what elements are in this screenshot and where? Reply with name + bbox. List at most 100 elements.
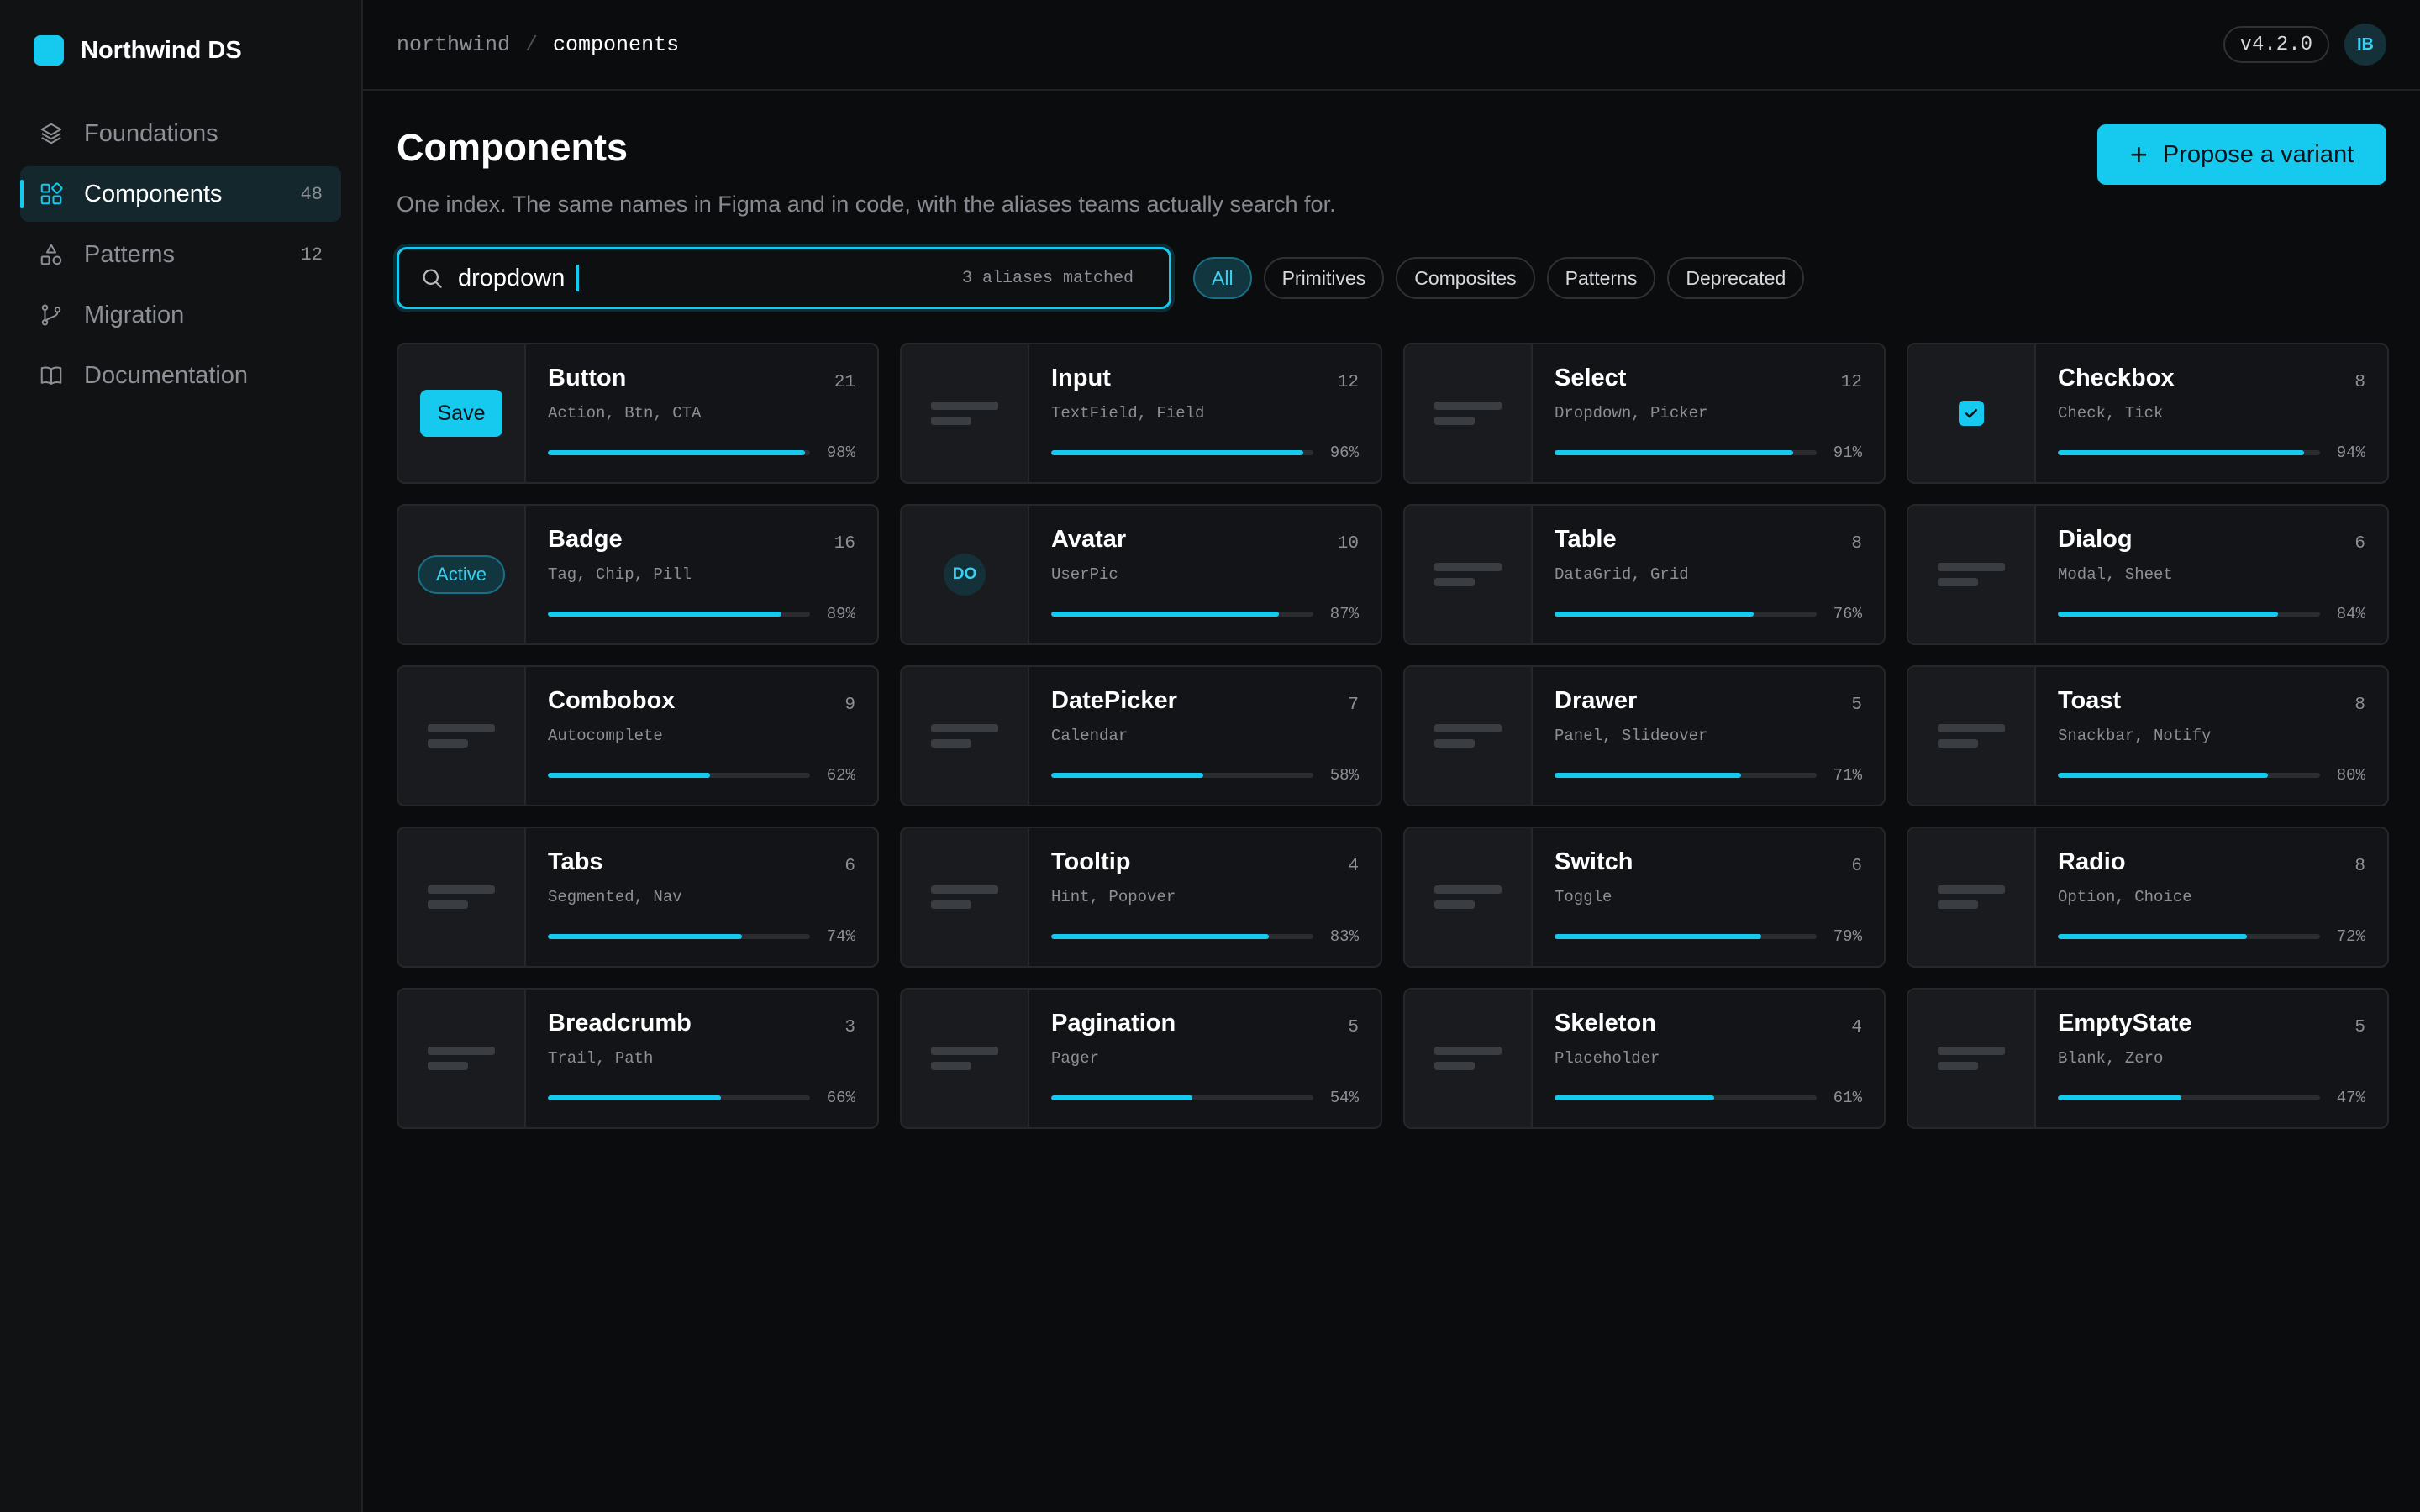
search-match-count: 3 aliases matched (961, 268, 1134, 288)
progress-percent: 79% (1833, 927, 1862, 946)
placeholder-bar (428, 724, 495, 732)
placeholder-bar (1938, 578, 1978, 586)
breadcrumb-current: components (553, 32, 680, 57)
component-aliases: Hint, Popover (1051, 888, 1176, 906)
component-aliases: Panel, Slideover (1555, 727, 1708, 745)
placeholder-bar (1938, 739, 1978, 748)
component-card-pagination[interactable]: Pagination 5 Pager 54% (900, 988, 1382, 1129)
component-grid: Save Button 21 Action, Btn, CTA 98% Input 12 Te… (397, 343, 2390, 1129)
component-name: Badge (548, 526, 623, 553)
component-card-body: Tabs 6 Segmented, Nav 74% (526, 828, 877, 966)
progress-fill (2058, 450, 2305, 455)
preview-placeholder (1938, 724, 2005, 748)
brand[interactable]: Northwind DS (20, 29, 341, 72)
component-aliases: Dropdown, Picker (1555, 404, 1708, 423)
placeholder-bar (1434, 724, 1502, 732)
user-avatar[interactable]: IB (2344, 24, 2386, 66)
progress-percent: 61% (1833, 1089, 1862, 1107)
component-progress: 76% (1555, 605, 1862, 623)
component-card-skeleton[interactable]: Skeleton 4 Placeholder 61% (1403, 988, 1886, 1129)
filter-chip-composites[interactable]: Composites (1396, 257, 1535, 299)
component-card-tooltip[interactable]: Tooltip 4 Hint, Popover 83% (900, 827, 1382, 968)
component-card-select[interactable]: Select 12 Dropdown, Picker 91% (1403, 343, 1886, 484)
filter-chip-deprecated[interactable]: Deprecated (1667, 257, 1805, 299)
preview-save-button: Save (420, 390, 502, 437)
preview-placeholder (428, 1047, 495, 1070)
component-card-body: Breadcrumb 3 Trail, Path 66% (526, 990, 877, 1127)
component-card-combobox[interactable]: Combobox 9 Autocomplete 62% (397, 665, 879, 806)
progress-track (1555, 612, 1817, 617)
component-card-badge[interactable]: Active Badge 16 Tag, Chip, Pill 89% (397, 504, 879, 645)
breadcrumb-root-link[interactable]: northwind (397, 33, 510, 57)
component-usage-count: 7 (1348, 696, 1359, 715)
version-badge[interactable]: v4.2.0 (2223, 26, 2329, 63)
placeholder-bar (1938, 885, 2005, 894)
progress-track (548, 773, 810, 778)
component-usage-count: 8 (2354, 696, 2365, 715)
component-card-radio[interactable]: Radio 8 Option, Choice 72% (1907, 827, 2389, 968)
component-usage-count: 21 (834, 373, 855, 392)
component-name: Tooltip (1051, 848, 1131, 875)
progress-fill (1051, 1095, 1193, 1100)
component-card-input[interactable]: Input 12 TextField, Field 96% (900, 343, 1382, 484)
component-usage-count: 8 (1851, 534, 1862, 554)
component-card-drawer[interactable]: Drawer 5 Panel, Slideover 71% (1403, 665, 1886, 806)
component-card-emptystate[interactable]: EmptyState 5 Blank, Zero 47% (1907, 988, 2389, 1129)
component-card-toast[interactable]: Toast 8 Snackbar, Notify 80% (1907, 665, 2389, 806)
sidebar-item-migration[interactable]: Migration (20, 287, 341, 343)
component-progress: 66% (548, 1089, 855, 1107)
progress-fill (1051, 612, 1280, 617)
component-card-dialog[interactable]: Dialog 6 Modal, Sheet 84% (1907, 504, 2389, 645)
filter-chip-primitives[interactable]: Primitives (1263, 257, 1385, 299)
component-name: Breadcrumb (548, 1010, 692, 1037)
progress-percent: 96% (1329, 444, 1359, 462)
propose-variant-label: Propose a variant (2162, 140, 2354, 168)
progress-track (1555, 450, 1817, 455)
filter-chip-all[interactable]: All (1193, 257, 1252, 299)
component-usage-count: 6 (844, 857, 855, 876)
breadcrumb-separator: / (525, 32, 539, 57)
text-caret (576, 265, 580, 291)
sidebar-nav: Foundations Components 48 Patterns 12 Mi… (20, 106, 341, 403)
progress-track (1051, 934, 1313, 939)
component-progress: 79% (1555, 927, 1862, 946)
progress-fill (1555, 450, 1793, 455)
component-progress: 61% (1555, 1089, 1862, 1107)
progress-track (2058, 773, 2320, 778)
component-card-tabs[interactable]: Tabs 6 Segmented, Nav 74% (397, 827, 879, 968)
component-usage-count: 9 (844, 696, 855, 715)
component-card-button[interactable]: Save Button 21 Action, Btn, CTA 98% (397, 343, 879, 484)
placeholder-bar (931, 900, 971, 909)
component-preview (902, 828, 1029, 966)
progress-percent: 84% (2336, 605, 2365, 623)
sidebar-item-foundations[interactable]: Foundations (20, 106, 341, 161)
sidebar-item-components[interactable]: Components 48 (20, 166, 341, 222)
propose-variant-button[interactable]: + Propose a variant (2097, 124, 2386, 185)
component-card-breadcrumb[interactable]: Breadcrumb 3 Trail, Path 66% (397, 988, 879, 1129)
search-input[interactable]: dropdown 3 aliases matched (397, 247, 1171, 309)
component-card-body: Checkbox 8 Check, Tick 94% (2036, 344, 2387, 482)
component-aliases: Check, Tick (2058, 404, 2164, 423)
component-preview: Active (398, 506, 526, 643)
component-aliases: Tag, Chip, Pill (548, 565, 692, 584)
component-card-body: Toast 8 Snackbar, Notify 80% (2036, 667, 2387, 805)
placeholder-bar (1434, 739, 1475, 748)
component-usage-count: 5 (1851, 696, 1862, 715)
filter-chip-patterns[interactable]: Patterns (1546, 257, 1656, 299)
progress-track (1051, 612, 1313, 617)
component-card-avatar[interactable]: DO Avatar 10 UserPic 87% (900, 504, 1382, 645)
component-card-table[interactable]: Table 8 DataGrid, Grid 76% (1403, 504, 1886, 645)
progress-fill (1051, 450, 1303, 455)
component-card-checkbox[interactable]: Checkbox 8 Check, Tick 94% (1907, 343, 2389, 484)
progress-percent: 47% (2336, 1089, 2365, 1107)
placeholder-bar (931, 739, 971, 748)
component-card-datepicker[interactable]: DatePicker 7 Calendar 58% (900, 665, 1382, 806)
sidebar-item-documentation[interactable]: Documentation (20, 348, 341, 403)
sidebar-item-patterns[interactable]: Patterns 12 (20, 227, 341, 282)
placeholder-bar (428, 1047, 495, 1055)
progress-fill (548, 1095, 721, 1100)
placeholder-bar (1434, 900, 1475, 909)
component-card-switch[interactable]: Switch 6 Toggle 79% (1403, 827, 1886, 968)
progress-track (548, 450, 810, 455)
preview-placeholder (1938, 1047, 2005, 1070)
